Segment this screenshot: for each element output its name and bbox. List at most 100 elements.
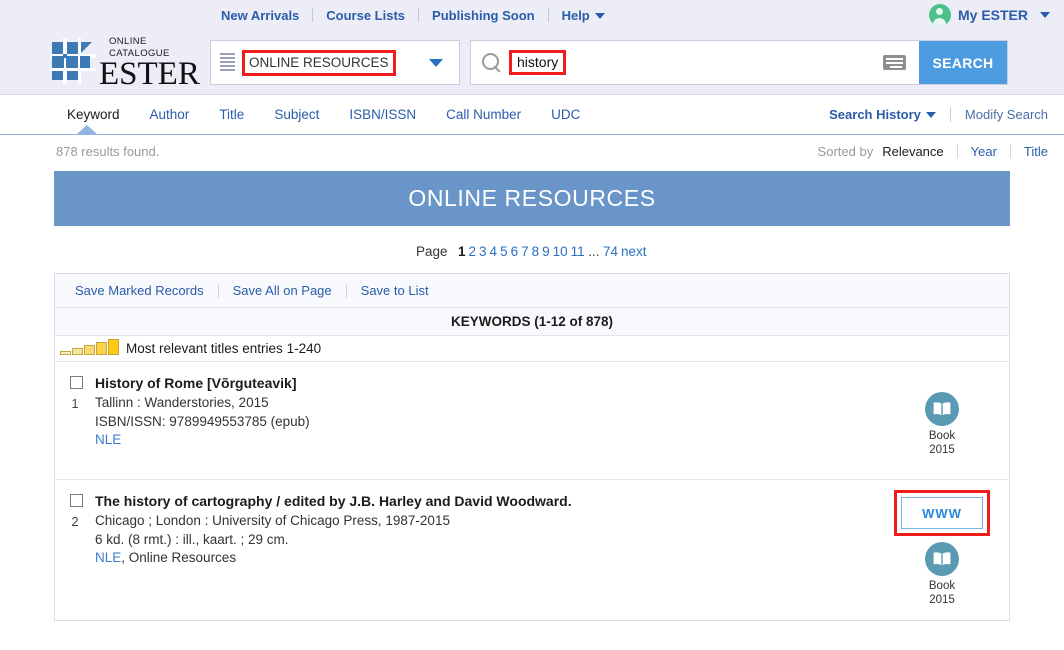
page-link-3[interactable]: 3 [479,244,487,259]
virtual-keyboard-icon[interactable] [883,55,906,70]
tab-title[interactable]: Title [204,107,259,122]
active-tab-indicator [76,125,98,135]
page-link-11[interactable]: 11 [571,244,585,259]
sorted-by-label: Sorted by [817,143,874,159]
tab-author[interactable]: Author [135,107,205,122]
record-details: History of Rome [Võrguteavik] Tallinn : … [95,374,1009,469]
page-current: 1 [458,244,466,259]
record-physical-description: 6 kd. (8 rmt.) : ill., kaart. ; 29 cm. [95,531,289,547]
open-book-icon [925,392,959,426]
logo-title: ESTER [99,56,200,92]
search-type-tabs: Keyword Author Title Subject ISBN/ISSN C… [0,107,595,122]
save-actions-bar: Save Marked Records Save All on Page Sav… [55,274,1009,308]
media-type-badge: Book 2015 [925,542,959,607]
sort-option-title[interactable]: Title [1024,144,1048,159]
media-year-label: 2015 [929,444,955,456]
result-record: 2 The history of cartography / edited by… [55,480,1009,620]
record-side-panel: Book 2015 [883,392,1001,457]
my-ester-label: My ESTER [957,7,1028,23]
record-imprint: Tallinn : Wanderstories, 2015 [95,395,269,410]
nav-course-lists[interactable]: Course Lists [313,8,418,23]
page-link-next[interactable]: next [621,244,647,259]
tab-udc[interactable]: UDC [536,107,595,122]
www-button-highlight: WWW [894,490,990,536]
relevance-note: Most relevant titles entries 1-240 [126,341,322,356]
record-selector: 1 [55,374,95,469]
record-isbn: ISBN/ISSN: 9789949553785 (epub) [95,413,879,432]
search-input-zone: history [509,50,883,75]
chevron-down-icon[interactable] [429,58,443,67]
page-link-8[interactable]: 8 [532,244,540,259]
search-history-button[interactable]: Search History [829,107,950,122]
chevron-down-icon [594,12,605,19]
scope-value[interactable]: ONLINE RESOURCES [242,49,396,76]
search-scope-select[interactable]: ONLINE RESOURCES [210,40,460,85]
scope-banner: ONLINE RESOURCES [54,171,1010,226]
tab-isbn-issn[interactable]: ISBN/ISSN [334,107,431,122]
pagination-label: Page [415,244,448,259]
site-logo[interactable]: ONLINE CATALOGUE ESTER [50,36,202,91]
save-all-on-page-link[interactable]: Save All on Page [219,283,346,298]
media-type-label: Book [928,580,956,592]
page-link-4[interactable]: 4 [490,244,498,259]
sort-divider [1009,144,1011,158]
results-heading: KEYWORDS (1-12 of 878) [55,308,1009,336]
user-avatar-icon [928,4,951,26]
search-type-tabbar: Keyword Author Title Subject ISBN/ISSN C… [0,95,1064,135]
record-imprint: Chicago ; London : University of Chicago… [95,513,450,528]
page-link-last[interactable]: 74 [603,244,618,259]
results-count: 878 results found. [56,143,160,159]
tabbar-actions: Search History Modify Search [829,107,1048,122]
record-location-link[interactable]: NLE [95,550,121,565]
checkbox-unchecked-icon[interactable] [69,376,83,389]
my-ester-menu[interactable]: My ESTER [928,4,1050,26]
sort-divider [956,144,958,158]
record-selector: 2 [55,492,95,610]
record-isbn-value: 9789949553785 (epub) [169,413,310,429]
record-location-rest: , Online Resources [121,550,237,565]
record-title-link[interactable]: History of Rome [Võrguteavik] [95,374,879,393]
sort-option-year[interactable]: Year [971,144,997,159]
page-link-7[interactable]: 7 [521,244,529,259]
record-locations: NLE, Online Resources [95,549,879,568]
page-link-9[interactable]: 9 [542,244,550,259]
results-content: ONLINE RESOURCES Page 1 2 3 4 5 6 7 8 9 10 11... 74 n… [0,171,1064,621]
pagination: Page 1 2 3 4 5 6 7 8 9 10 11... 74 next [44,226,1020,273]
save-marked-records-link[interactable]: Save Marked Records [75,283,218,298]
tab-subject[interactable]: Subject [259,107,334,122]
record-details: The history of cartography / edited by J… [95,492,1009,610]
tab-keyword[interactable]: Keyword [52,107,135,122]
modify-search-link[interactable]: Modify Search [951,107,1048,122]
page-link-10[interactable]: 10 [553,244,568,259]
chevron-down-icon [925,112,936,118]
magnifier-icon [481,52,503,74]
record-location-link[interactable]: NLE [95,432,121,447]
site-header: New Arrivals Course Lists Publishing Soo… [0,0,1064,95]
sort-option-relevance[interactable]: Relevance [882,144,943,159]
results-meta-row: 878 results found. Sorted by Relevance Y… [0,135,1064,167]
results-panel: Save Marked Records Save All on Page Sav… [54,273,1010,621]
relevance-bars-icon [60,339,119,355]
record-side-panel: WWW Book 2015 [883,490,1001,607]
record-title-link[interactable]: The history of cartography / edited by J… [95,492,879,511]
nav-new-arrivals[interactable]: New Arrivals [208,8,312,23]
record-number: 2 [71,514,79,529]
page-link-5[interactable]: 5 [500,244,508,259]
media-type-badge: Book 2015 [925,392,959,457]
search-bar: history SEARCH [470,40,1008,85]
pagination-ellipsis: ... [588,244,600,259]
search-input[interactable]: history [509,50,567,75]
search-button[interactable]: SEARCH [919,41,1007,84]
tab-call-number[interactable]: Call Number [431,107,536,122]
page-link-2[interactable]: 2 [469,244,477,259]
www-button[interactable]: WWW [901,497,983,529]
search-history-label: Search History [829,107,921,122]
ester-grid-logo-icon [50,38,96,84]
nav-publishing-soon[interactable]: Publishing Soon [419,8,548,23]
save-to-list-link[interactable]: Save to List [347,283,443,298]
page-link-6[interactable]: 6 [511,244,519,259]
checkbox-unchecked-icon[interactable] [69,494,83,507]
record-isbn-label: ISBN/ISSN: [95,413,166,429]
nav-help[interactable]: Help [549,8,618,23]
nav-help-label: Help [561,7,590,23]
